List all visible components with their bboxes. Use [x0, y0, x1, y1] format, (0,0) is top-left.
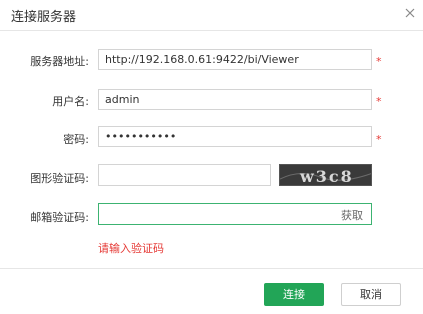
server-address-label: 服务器地址: [30, 55, 89, 68]
email-code-label: 邮箱验证码: [30, 211, 89, 224]
username-label: 用户名: [52, 95, 89, 108]
server-address-input[interactable]: http://192.168.0.61:9422/bi/Viewer [98, 49, 372, 70]
username-input[interactable]: admin [98, 89, 372, 110]
captcha-image[interactable]: w3c8 [279, 164, 372, 186]
validation-error: 请输入验证码 [98, 242, 164, 255]
get-code-button[interactable]: 获取 [341, 207, 363, 223]
connect-button[interactable]: 连接 [264, 283, 324, 306]
dialog-title: 连接服务器 [11, 10, 77, 25]
cancel-button[interactable]: 取消 [341, 283, 401, 306]
password-label: 密码: [63, 133, 89, 146]
required-mark: * [376, 133, 382, 146]
email-code-input[interactable]: 获取 [98, 203, 372, 225]
password-input[interactable]: ••••••••••• [98, 126, 372, 147]
required-mark: * [376, 95, 382, 108]
required-mark: * [376, 55, 382, 68]
captcha-label: 图形验证码: [30, 172, 89, 185]
captcha-input[interactable] [98, 164, 271, 186]
close-icon[interactable] [401, 4, 419, 22]
captcha-text: w3c8 [299, 167, 354, 186]
dialog-title-bar: 连接服务器 [0, 0, 423, 31]
connect-server-dialog: 连接服务器 服务器地址: http://192.168.0.61:9422/bi… [0, 0, 423, 314]
